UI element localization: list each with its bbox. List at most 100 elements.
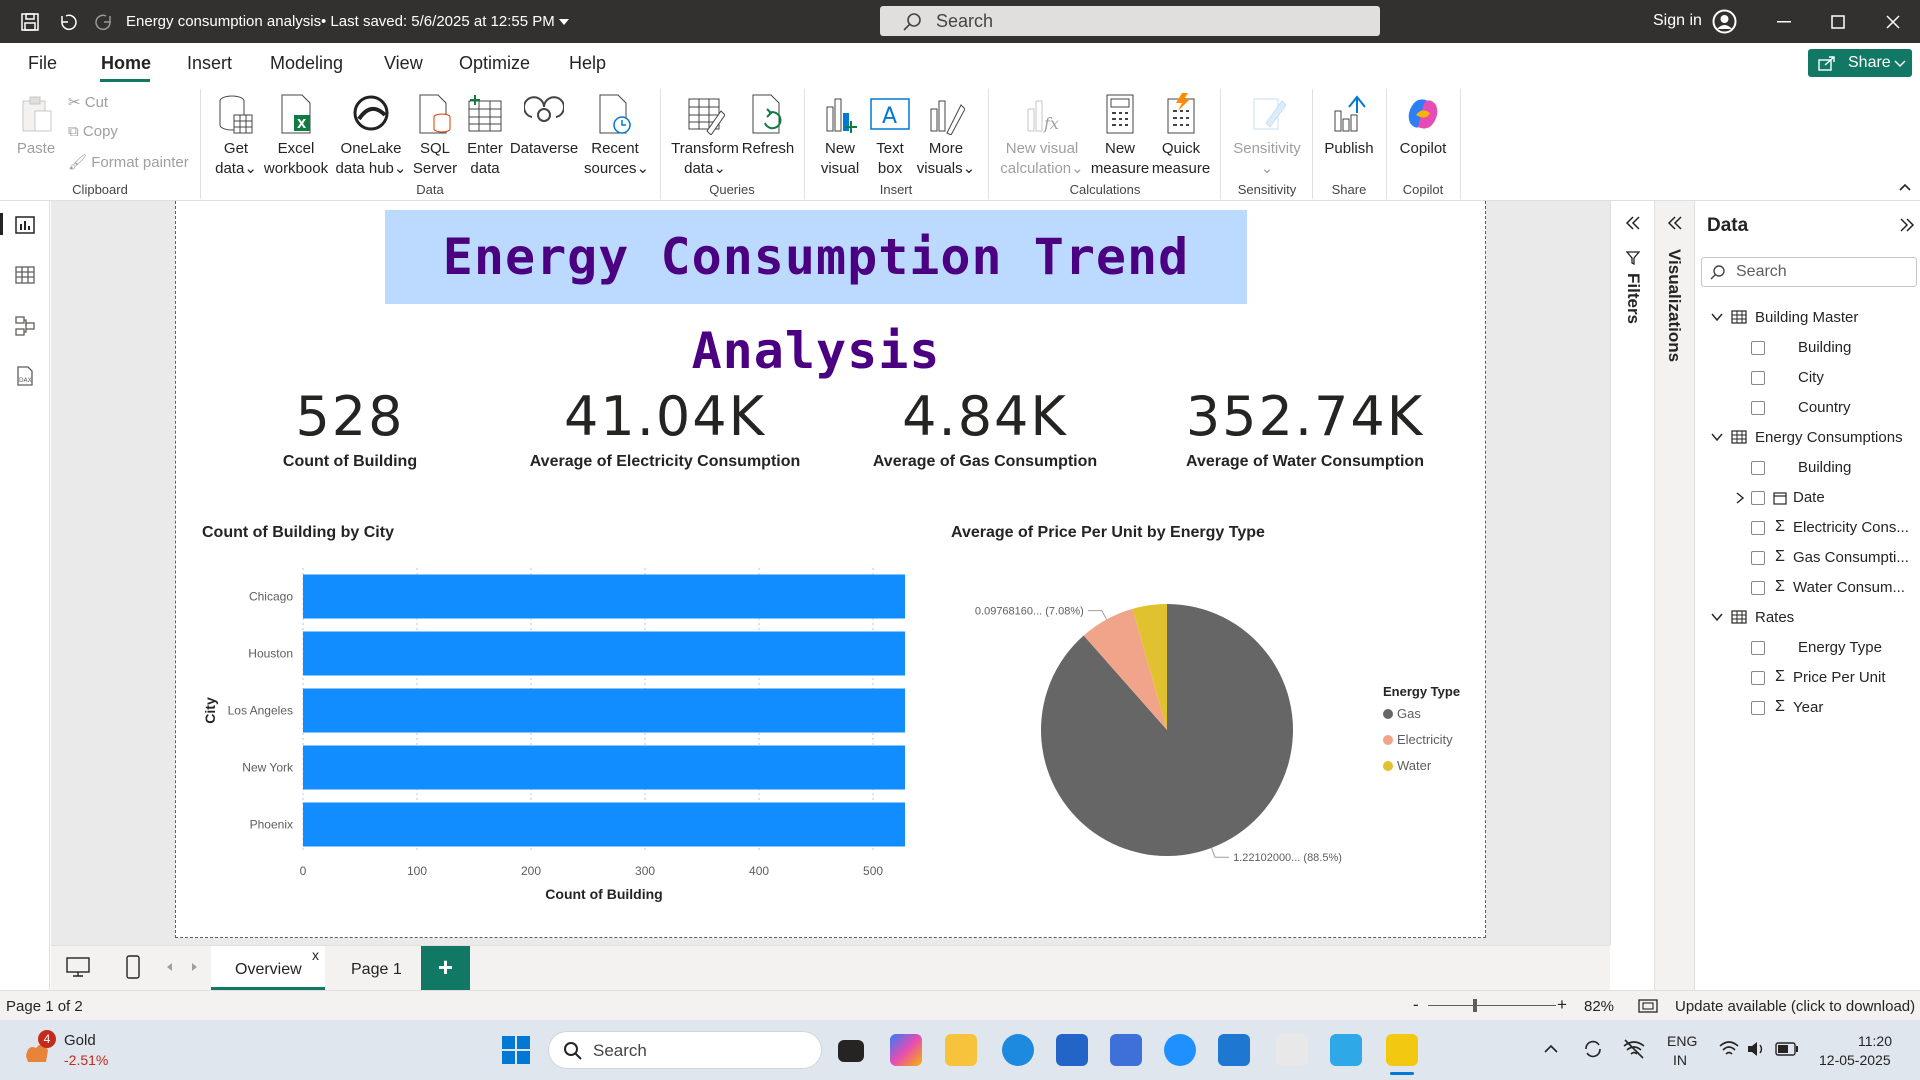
- avatar-icon[interactable]: [1712, 9, 1737, 34]
- table-row[interactable]: Rates: [1695, 604, 1920, 632]
- taskbar-search[interactable]: Search: [548, 1031, 822, 1069]
- bar-los-angeles[interactable]: [303, 688, 905, 733]
- publish-button[interactable]: Publish: [1318, 93, 1380, 159]
- report-view-icon[interactable]: [14, 215, 36, 235]
- photos-app-icon[interactable]: [1330, 1034, 1362, 1066]
- dax-query-view-icon[interactable]: DAX: [14, 365, 36, 387]
- update-available-link[interactable]: Update available (click to download): [1675, 998, 1915, 1015]
- excel-workbook-button[interactable]: X Excel workbook: [262, 93, 330, 179]
- field-row[interactable]: Energy Type: [1695, 634, 1920, 662]
- field-checkbox[interactable]: [1751, 461, 1765, 475]
- language-indicator[interactable]: ENG: [1667, 1033, 1697, 1049]
- table-row[interactable]: Energy Consumptions: [1695, 424, 1920, 452]
- filters-pane-collapsed[interactable]: Filters: [1610, 201, 1654, 945]
- add-page-button[interactable]: +: [421, 946, 470, 990]
- kpi-card-avg-electricity[interactable]: 41.04K Average of Electricity Consumptio…: [505, 385, 825, 471]
- field-row[interactable]: Σ Water Consum...: [1695, 574, 1920, 602]
- data-search-input[interactable]: Search: [1701, 257, 1917, 287]
- field-row[interactable]: Building: [1695, 454, 1920, 482]
- wifi-icon[interactable]: [1718, 1040, 1740, 1058]
- chevron-down-icon[interactable]: [1711, 312, 1723, 322]
- field-row[interactable]: Σ Price Per Unit: [1695, 664, 1920, 692]
- menu-modeling[interactable]: Modeling: [270, 53, 343, 74]
- field-row[interactable]: Σ Gas Consumpti...: [1695, 544, 1920, 572]
- text-box-button[interactable]: A Text box: [866, 93, 914, 179]
- format-painter-button[interactable]: 🖌 Format painter: [68, 153, 189, 171]
- chevron-up-icon[interactable]: [1543, 1044, 1559, 1054]
- legend-item[interactable]: Gas: [1397, 706, 1421, 721]
- zoom-slider-handle[interactable]: [1473, 999, 1477, 1012]
- bar-houston[interactable]: [303, 631, 905, 676]
- copy-button[interactable]: ⧉ Copy: [68, 123, 118, 140]
- bar-new-york[interactable]: [303, 745, 905, 790]
- copilot-button[interactable]: Copilot: [1392, 93, 1454, 159]
- file-explorer-icon[interactable]: [945, 1034, 977, 1066]
- zoom-level[interactable]: 82%: [1584, 998, 1614, 1015]
- refresh-button[interactable]: Refresh: [740, 93, 796, 159]
- model-view-icon[interactable]: [14, 315, 36, 337]
- stock-name[interactable]: Gold: [64, 1032, 96, 1049]
- close-tab-icon[interactable]: x: [312, 947, 319, 963]
- chevron-down-icon[interactable]: [558, 18, 570, 26]
- bar-phoenix[interactable]: [303, 802, 905, 847]
- tab-page-1[interactable]: Page 1: [333, 946, 413, 990]
- field-row[interactable]: Σ Year: [1695, 694, 1920, 722]
- bar-chart[interactable]: 0 100 200 300 400 500 Chicago Houston Los Angele…: [195, 548, 915, 920]
- kpi-card-count-building[interactable]: 528 Count of Building: [210, 385, 490, 471]
- new-visual-button[interactable]: New visual: [812, 93, 868, 179]
- report-title[interactable]: Energy Consumption Trend Analysis: [385, 210, 1247, 380]
- kpi-card-avg-gas[interactable]: 4.84K Average of Gas Consumption: [845, 385, 1125, 471]
- expand-filters-icon[interactable]: [1625, 215, 1641, 231]
- field-row[interactable]: Country: [1695, 394, 1920, 422]
- tab-overview[interactable]: Overview x: [211, 946, 325, 990]
- zoom-in-button[interactable]: +: [1557, 995, 1567, 1015]
- kpi-card-avg-water[interactable]: 352.74K Average of Water Consumption: [1155, 385, 1455, 471]
- menu-insert[interactable]: Insert: [187, 53, 232, 74]
- field-checkbox[interactable]: [1751, 641, 1765, 655]
- collapse-data-pane-icon[interactable]: [1899, 217, 1915, 233]
- undo-icon[interactable]: [57, 12, 77, 32]
- search-input[interactable]: Search: [880, 6, 1380, 36]
- paste-button[interactable]: Paste: [14, 95, 58, 159]
- maximize-icon[interactable]: [1831, 15, 1845, 29]
- pen-tool-icon[interactable]: [1276, 1034, 1308, 1066]
- chevron-down-icon[interactable]: [1711, 432, 1723, 442]
- help-app-icon[interactable]: [1164, 1034, 1196, 1066]
- quick-measure-button[interactable]: Quick measure: [1150, 93, 1212, 179]
- zoom-out-button[interactable]: -: [1413, 995, 1419, 1015]
- menu-help[interactable]: Help: [569, 53, 606, 74]
- chevron-down-icon[interactable]: [1711, 612, 1723, 622]
- myhp-icon[interactable]: [1110, 1034, 1142, 1066]
- windows-start-icon[interactable]: [500, 1034, 532, 1066]
- pie-chart[interactable]: 1.22102000... (88.5%) 0.09768160... (7.08…: [940, 550, 1480, 920]
- menu-file[interactable]: File: [28, 53, 57, 74]
- legend-item[interactable]: Electricity: [1397, 732, 1453, 747]
- close-icon[interactable]: [1886, 15, 1900, 29]
- field-checkbox[interactable]: [1751, 701, 1765, 715]
- table-row[interactable]: Building Master: [1695, 304, 1920, 332]
- fit-to-page-icon[interactable]: [1638, 999, 1658, 1013]
- microsoft-store-icon[interactable]: [1056, 1034, 1088, 1066]
- get-data-button[interactable]: Get data⌄: [206, 93, 266, 179]
- power-bi-app-icon[interactable]: [1386, 1034, 1418, 1066]
- share-button[interactable]: Share: [1808, 49, 1912, 77]
- expand-visualizations-icon[interactable]: [1667, 215, 1683, 231]
- field-checkbox[interactable]: [1751, 581, 1765, 595]
- legend-item[interactable]: Water: [1397, 758, 1432, 773]
- desktop-layout-icon[interactable]: [65, 956, 91, 978]
- mobile-layout-icon[interactable]: [125, 954, 141, 980]
- sign-in-link[interactable]: Sign in: [1653, 12, 1702, 30]
- more-visuals-button[interactable]: More visuals⌄: [916, 93, 976, 179]
- vscode-icon[interactable]: [1218, 1034, 1250, 1066]
- field-row[interactable]: City: [1695, 364, 1920, 392]
- clock-time[interactable]: 11:20: [1858, 1033, 1892, 1049]
- enter-data-button[interactable]: Enter data: [462, 93, 508, 179]
- transform-data-button[interactable]: Transform data⌄: [668, 93, 742, 179]
- visualizations-pane-collapsed[interactable]: Visualizations: [1654, 201, 1694, 990]
- field-row[interactable]: Σ Electricity Cons...: [1695, 514, 1920, 542]
- menu-view[interactable]: View: [384, 53, 423, 74]
- recent-sources-button[interactable]: Recent sources⌄: [584, 93, 649, 179]
- field-checkbox[interactable]: [1751, 521, 1765, 535]
- sync-icon[interactable]: [1582, 1038, 1604, 1060]
- dataverse-button[interactable]: Dataverse: [508, 93, 580, 159]
